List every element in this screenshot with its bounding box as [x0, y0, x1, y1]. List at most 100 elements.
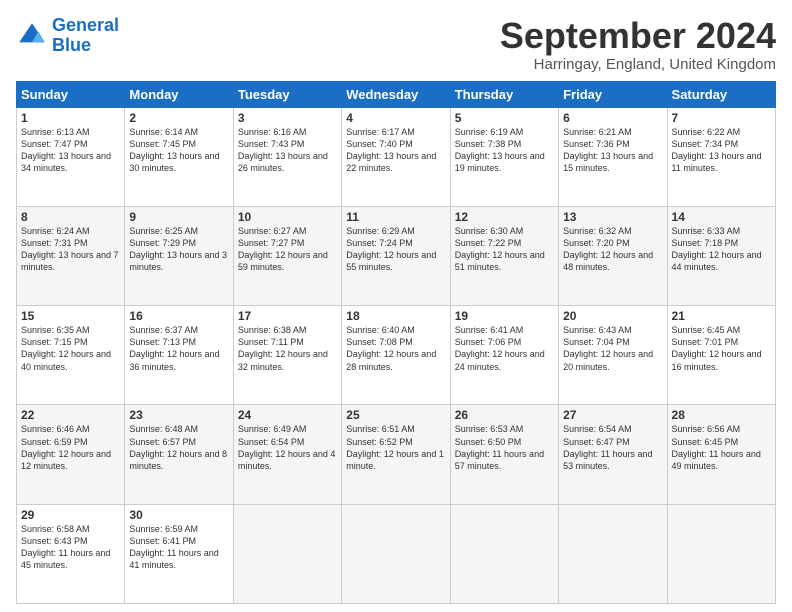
calendar-header-row: Sunday Monday Tuesday Wednesday Thursday… — [17, 81, 776, 107]
day-number: 12 — [455, 210, 554, 224]
day-number: 14 — [672, 210, 771, 224]
day-number: 27 — [563, 408, 662, 422]
title-block: September 2024 Harringay, England, Unite… — [500, 16, 776, 73]
day-info: Sunrise: 6:35 AM Sunset: 7:15 PM Dayligh… — [21, 324, 120, 373]
table-row: 5Sunrise: 6:19 AM Sunset: 7:38 PM Daylig… — [450, 107, 558, 206]
logo: General Blue — [16, 16, 119, 56]
day-info: Sunrise: 6:24 AM Sunset: 7:31 PM Dayligh… — [21, 225, 120, 274]
table-row — [342, 504, 450, 603]
day-info: Sunrise: 6:16 AM Sunset: 7:43 PM Dayligh… — [238, 126, 337, 175]
day-number: 20 — [563, 309, 662, 323]
table-row: 21Sunrise: 6:45 AM Sunset: 7:01 PM Dayli… — [667, 306, 775, 405]
calendar: Sunday Monday Tuesday Wednesday Thursday… — [16, 81, 776, 604]
day-number: 11 — [346, 210, 445, 224]
table-row: 20Sunrise: 6:43 AM Sunset: 7:04 PM Dayli… — [559, 306, 667, 405]
page: General Blue September 2024 Harringay, E… — [0, 0, 792, 612]
table-row: 16Sunrise: 6:37 AM Sunset: 7:13 PM Dayli… — [125, 306, 233, 405]
table-row: 11Sunrise: 6:29 AM Sunset: 7:24 PM Dayli… — [342, 206, 450, 305]
day-number: 17 — [238, 309, 337, 323]
header-sunday: Sunday — [17, 81, 125, 107]
day-number: 26 — [455, 408, 554, 422]
table-row: 26Sunrise: 6:53 AM Sunset: 6:50 PM Dayli… — [450, 405, 558, 504]
header: General Blue September 2024 Harringay, E… — [16, 16, 776, 73]
day-number: 9 — [129, 210, 228, 224]
day-info: Sunrise: 6:21 AM Sunset: 7:36 PM Dayligh… — [563, 126, 662, 175]
day-info: Sunrise: 6:14 AM Sunset: 7:45 PM Dayligh… — [129, 126, 228, 175]
day-info: Sunrise: 6:40 AM Sunset: 7:08 PM Dayligh… — [346, 324, 445, 373]
day-info: Sunrise: 6:17 AM Sunset: 7:40 PM Dayligh… — [346, 126, 445, 175]
table-row: 14Sunrise: 6:33 AM Sunset: 7:18 PM Dayli… — [667, 206, 775, 305]
table-row: 13Sunrise: 6:32 AM Sunset: 7:20 PM Dayli… — [559, 206, 667, 305]
day-number: 15 — [21, 309, 120, 323]
table-row: 22Sunrise: 6:46 AM Sunset: 6:59 PM Dayli… — [17, 405, 125, 504]
day-number: 25 — [346, 408, 445, 422]
table-row: 8Sunrise: 6:24 AM Sunset: 7:31 PM Daylig… — [17, 206, 125, 305]
logo-line2: Blue — [52, 35, 91, 55]
day-number: 19 — [455, 309, 554, 323]
day-info: Sunrise: 6:30 AM Sunset: 7:22 PM Dayligh… — [455, 225, 554, 274]
day-info: Sunrise: 6:27 AM Sunset: 7:27 PM Dayligh… — [238, 225, 337, 274]
table-row: 10Sunrise: 6:27 AM Sunset: 7:27 PM Dayli… — [233, 206, 341, 305]
calendar-week-row: 1Sunrise: 6:13 AM Sunset: 7:47 PM Daylig… — [17, 107, 776, 206]
table-row: 9Sunrise: 6:25 AM Sunset: 7:29 PM Daylig… — [125, 206, 233, 305]
calendar-week-row: 22Sunrise: 6:46 AM Sunset: 6:59 PM Dayli… — [17, 405, 776, 504]
table-row: 18Sunrise: 6:40 AM Sunset: 7:08 PM Dayli… — [342, 306, 450, 405]
day-info: Sunrise: 6:51 AM Sunset: 6:52 PM Dayligh… — [346, 423, 445, 472]
calendar-week-row: 8Sunrise: 6:24 AM Sunset: 7:31 PM Daylig… — [17, 206, 776, 305]
day-number: 24 — [238, 408, 337, 422]
day-number: 6 — [563, 111, 662, 125]
day-number: 29 — [21, 508, 120, 522]
day-number: 18 — [346, 309, 445, 323]
header-thursday: Thursday — [450, 81, 558, 107]
day-info: Sunrise: 6:58 AM Sunset: 6:43 PM Dayligh… — [21, 523, 120, 572]
table-row — [233, 504, 341, 603]
logo-icon — [16, 20, 48, 52]
logo-text: General Blue — [52, 16, 119, 56]
table-row: 28Sunrise: 6:56 AM Sunset: 6:45 PM Dayli… — [667, 405, 775, 504]
table-row: 27Sunrise: 6:54 AM Sunset: 6:47 PM Dayli… — [559, 405, 667, 504]
day-number: 16 — [129, 309, 228, 323]
calendar-week-row: 29Sunrise: 6:58 AM Sunset: 6:43 PM Dayli… — [17, 504, 776, 603]
day-number: 28 — [672, 408, 771, 422]
table-row: 7Sunrise: 6:22 AM Sunset: 7:34 PM Daylig… — [667, 107, 775, 206]
table-row: 3Sunrise: 6:16 AM Sunset: 7:43 PM Daylig… — [233, 107, 341, 206]
table-row: 4Sunrise: 6:17 AM Sunset: 7:40 PM Daylig… — [342, 107, 450, 206]
table-row: 23Sunrise: 6:48 AM Sunset: 6:57 PM Dayli… — [125, 405, 233, 504]
day-info: Sunrise: 6:43 AM Sunset: 7:04 PM Dayligh… — [563, 324, 662, 373]
day-number: 13 — [563, 210, 662, 224]
logo-line1: General — [52, 15, 119, 35]
day-info: Sunrise: 6:25 AM Sunset: 7:29 PM Dayligh… — [129, 225, 228, 274]
table-row: 1Sunrise: 6:13 AM Sunset: 7:47 PM Daylig… — [17, 107, 125, 206]
table-row: 19Sunrise: 6:41 AM Sunset: 7:06 PM Dayli… — [450, 306, 558, 405]
day-info: Sunrise: 6:22 AM Sunset: 7:34 PM Dayligh… — [672, 126, 771, 175]
day-info: Sunrise: 6:59 AM Sunset: 6:41 PM Dayligh… — [129, 523, 228, 572]
day-info: Sunrise: 6:53 AM Sunset: 6:50 PM Dayligh… — [455, 423, 554, 472]
day-number: 7 — [672, 111, 771, 125]
day-number: 22 — [21, 408, 120, 422]
header-wednesday: Wednesday — [342, 81, 450, 107]
day-info: Sunrise: 6:46 AM Sunset: 6:59 PM Dayligh… — [21, 423, 120, 472]
day-info: Sunrise: 6:45 AM Sunset: 7:01 PM Dayligh… — [672, 324, 771, 373]
day-info: Sunrise: 6:33 AM Sunset: 7:18 PM Dayligh… — [672, 225, 771, 274]
day-info: Sunrise: 6:37 AM Sunset: 7:13 PM Dayligh… — [129, 324, 228, 373]
table-row — [667, 504, 775, 603]
table-row: 17Sunrise: 6:38 AM Sunset: 7:11 PM Dayli… — [233, 306, 341, 405]
day-number: 1 — [21, 111, 120, 125]
table-row: 6Sunrise: 6:21 AM Sunset: 7:36 PM Daylig… — [559, 107, 667, 206]
day-number: 3 — [238, 111, 337, 125]
location: Harringay, England, United Kingdom — [500, 56, 776, 73]
table-row: 30Sunrise: 6:59 AM Sunset: 6:41 PM Dayli… — [125, 504, 233, 603]
table-row: 12Sunrise: 6:30 AM Sunset: 7:22 PM Dayli… — [450, 206, 558, 305]
day-number: 8 — [21, 210, 120, 224]
day-number: 4 — [346, 111, 445, 125]
table-row — [450, 504, 558, 603]
day-number: 21 — [672, 309, 771, 323]
day-info: Sunrise: 6:48 AM Sunset: 6:57 PM Dayligh… — [129, 423, 228, 472]
day-number: 10 — [238, 210, 337, 224]
day-number: 5 — [455, 111, 554, 125]
day-number: 23 — [129, 408, 228, 422]
day-info: Sunrise: 6:29 AM Sunset: 7:24 PM Dayligh… — [346, 225, 445, 274]
table-row — [559, 504, 667, 603]
day-info: Sunrise: 6:38 AM Sunset: 7:11 PM Dayligh… — [238, 324, 337, 373]
day-number: 30 — [129, 508, 228, 522]
